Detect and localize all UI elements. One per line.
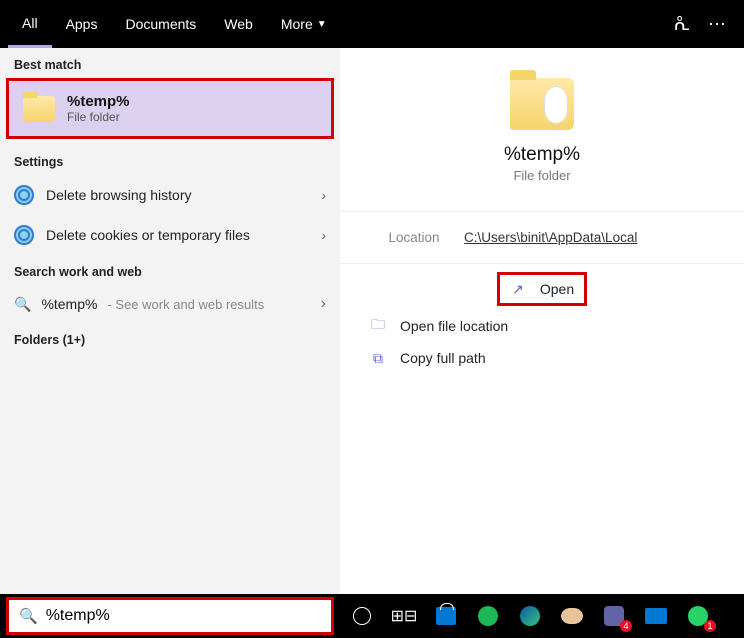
notification-badge: 4: [620, 620, 632, 632]
chevron-right-icon: ›: [321, 187, 326, 203]
section-search-web: Search work and web: [0, 255, 340, 285]
spotify-icon[interactable]: [474, 602, 502, 630]
tab-apps[interactable]: Apps: [52, 0, 112, 48]
folder-icon: [23, 96, 55, 122]
paint-icon[interactable]: [558, 602, 586, 630]
search-input[interactable]: [46, 607, 321, 625]
preview-pane: %temp% File folder Location C:\Users\bin…: [340, 48, 744, 594]
setting-label: Delete browsing history: [46, 187, 309, 203]
whatsapp-icon[interactable]: 1: [684, 602, 712, 630]
taskbar: 🔍 ⊞⊟ 4 1: [0, 594, 744, 638]
folder-open-icon: 🗀: [370, 318, 386, 334]
action-copy-full-path[interactable]: ⧉ Copy full path: [364, 342, 720, 374]
more-options-icon[interactable]: ⋯: [708, 14, 726, 35]
setting-delete-history[interactable]: Delete browsing history ›: [0, 175, 340, 215]
edge-icon[interactable]: [516, 602, 544, 630]
search-web-item[interactable]: 🔍 %temp% - See work and web results ›: [0, 285, 340, 323]
preview-subtitle: File folder: [364, 168, 720, 183]
section-folders: Folders (1+): [0, 323, 340, 353]
search-hint: - See work and web results: [107, 297, 264, 312]
tab-documents[interactable]: Documents: [111, 0, 210, 48]
mail-icon[interactable]: [642, 602, 670, 630]
folder-icon: [510, 78, 574, 130]
chevron-right-icon: ›: [321, 227, 326, 243]
results-panel: Best match %temp% File folder Settings D…: [0, 48, 340, 594]
setting-delete-cookies[interactable]: Delete cookies or temporary files ›: [0, 215, 340, 255]
search-icon: 🔍: [14, 296, 31, 313]
chevron-right-icon: ›: [321, 295, 326, 313]
action-label: Copy full path: [400, 350, 486, 366]
tab-web[interactable]: Web: [210, 0, 267, 48]
taskbar-search[interactable]: 🔍: [6, 597, 334, 635]
microsoft-store-icon[interactable]: [432, 602, 460, 630]
location-path[interactable]: C:\Users\binit\AppData\Local: [464, 230, 637, 245]
action-label: Open file location: [400, 318, 508, 334]
cortana-icon[interactable]: [348, 602, 376, 630]
notification-badge: 1: [704, 620, 716, 632]
open-icon: ↗: [510, 281, 526, 297]
tab-all[interactable]: All: [8, 0, 52, 48]
search-icon: 🔍: [19, 607, 38, 625]
action-open-file-location[interactable]: 🗀 Open file location: [364, 310, 720, 342]
best-match-subtitle: File folder: [67, 110, 130, 124]
preview-title: %temp%: [364, 144, 720, 166]
action-open[interactable]: ↗ Open: [497, 272, 587, 306]
feedback-icon[interactable]: ᕅ: [674, 14, 690, 35]
section-settings: Settings: [0, 145, 340, 175]
best-match-title: %temp%: [67, 93, 130, 110]
tab-more[interactable]: More▼: [267, 0, 341, 48]
location-label: Location: [364, 230, 464, 245]
setting-label: Delete cookies or temporary files: [46, 227, 309, 243]
task-view-icon[interactable]: ⊞⊟: [390, 602, 418, 630]
copy-icon: ⧉: [370, 350, 386, 366]
gear-icon: [14, 185, 34, 205]
chevron-down-icon: ▼: [317, 19, 327, 30]
search-term: %temp%: [41, 296, 97, 312]
best-match-result[interactable]: %temp% File folder: [6, 78, 334, 139]
gear-icon: [14, 225, 34, 245]
section-best-match: Best match: [0, 48, 340, 78]
action-label: Open: [540, 281, 574, 297]
search-scope-tabs: All Apps Documents Web More▼ ᕅ ⋯: [0, 0, 744, 48]
teams-icon[interactable]: 4: [600, 602, 628, 630]
